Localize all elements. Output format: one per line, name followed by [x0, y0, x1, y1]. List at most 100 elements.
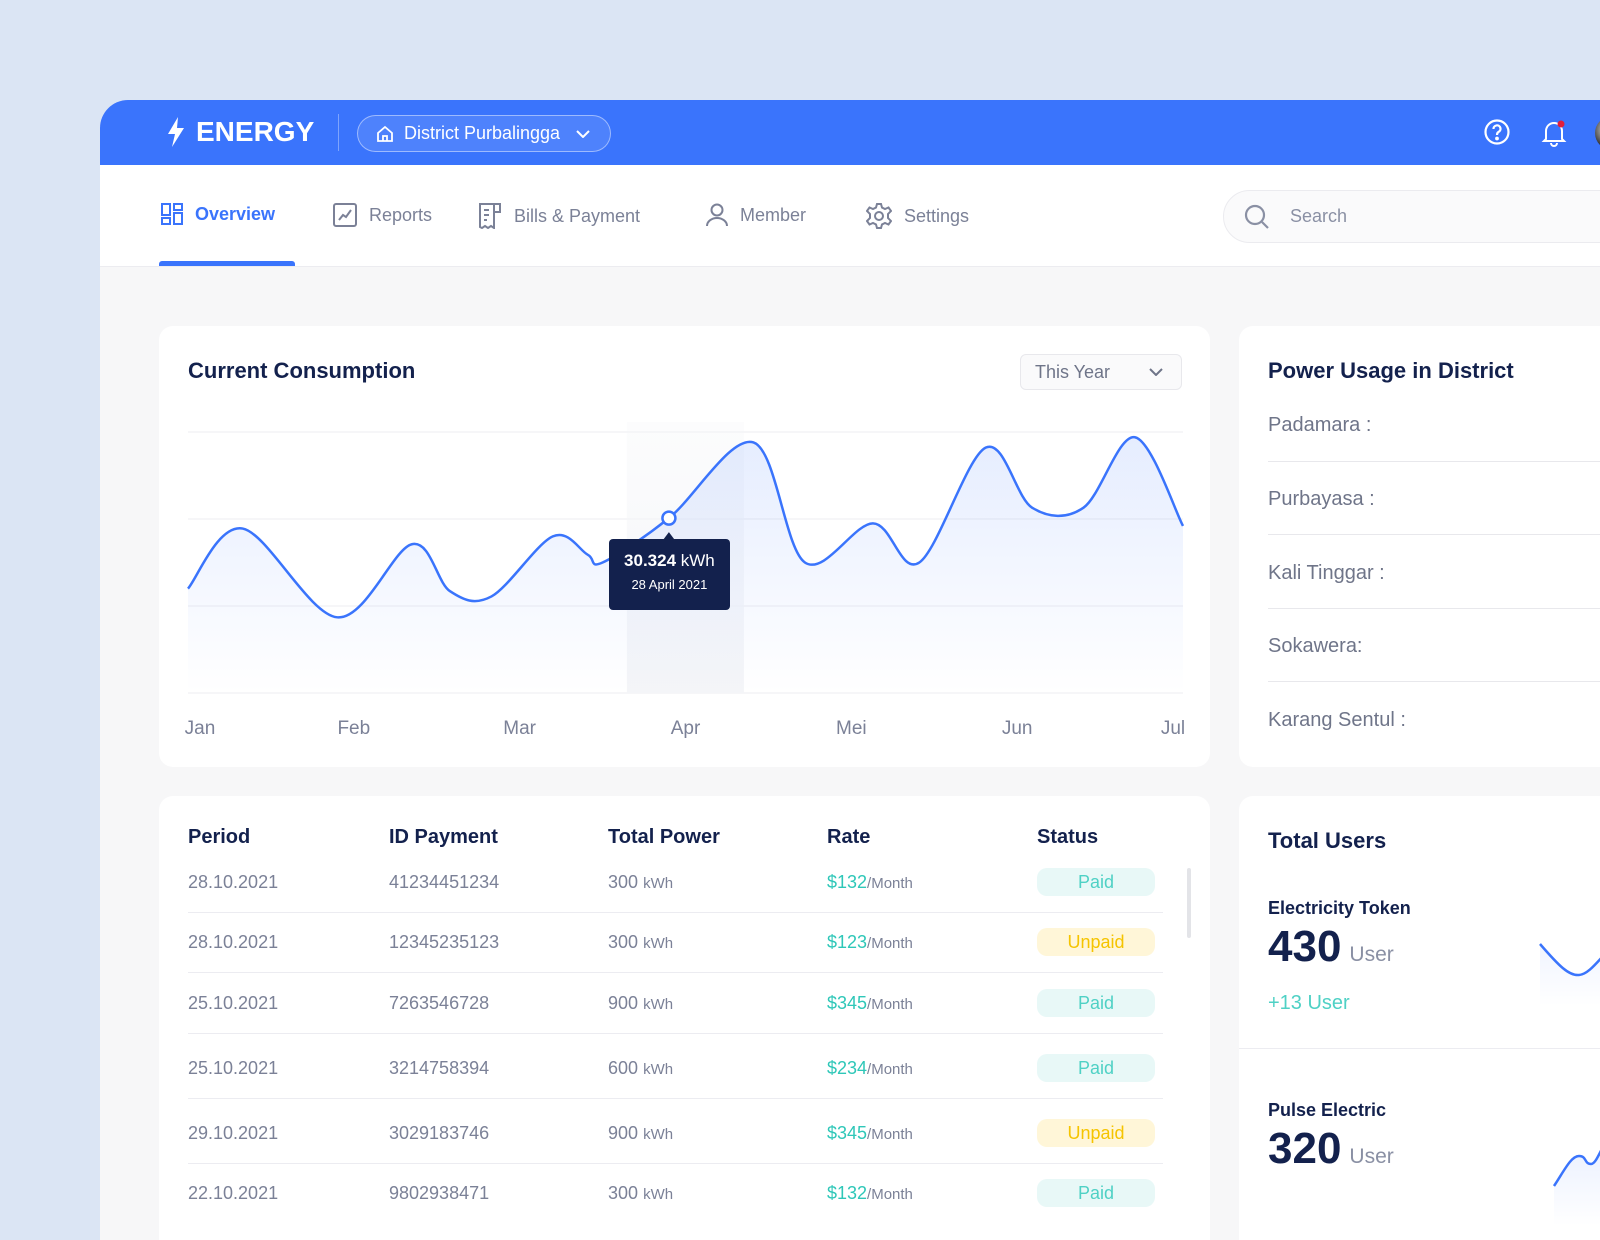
period-cell: 25.10.2021 — [188, 993, 279, 1013]
x-tick-label: Jun — [1001, 718, 1033, 739]
help-icon[interactable] — [1483, 118, 1511, 146]
id-cell: 12345235123 — [389, 932, 500, 952]
rate-period: /Month — [867, 1186, 913, 1203]
power-cell: 900 kWh — [608, 993, 673, 1014]
search-input[interactable] — [1290, 206, 1522, 227]
district-item: Padamara : — [1268, 414, 1372, 436]
district-item: Sokawera: — [1268, 635, 1363, 657]
status-badge: Unpaid — [1037, 1119, 1155, 1147]
brand-logo[interactable]: ENERGY — [166, 116, 314, 148]
user-metric-value: 320 User — [1268, 1124, 1394, 1174]
x-tick-label: Jan — [184, 718, 216, 739]
tab-member[interactable]: Member — [706, 203, 806, 227]
tab-reports[interactable]: Reports — [333, 203, 432, 227]
user-icon — [706, 203, 728, 227]
value: 430 — [1268, 922, 1342, 971]
rate-period: /Month — [867, 1126, 913, 1143]
status-badge: Paid — [1037, 868, 1155, 896]
unit: User — [1349, 1145, 1394, 1168]
electricity-token-sparkline — [1539, 943, 1600, 1006]
tab-label: Settings — [904, 205, 970, 226]
main-nav: Overview Reports Bills & Payment Member … — [100, 165, 1600, 267]
power-value: 300 — [608, 872, 639, 892]
column-header: ID Payment — [389, 826, 498, 848]
row-divider — [188, 1098, 1163, 1099]
total-users-card: Total Users Electricity Token 430 User +1… — [1239, 796, 1600, 1240]
user-metric-label: Pulse Electric — [1268, 1100, 1387, 1120]
value: 320 — [1268, 1124, 1342, 1173]
tooltip-date: 28 April 2021 — [631, 577, 708, 593]
period-cell: 28.10.2021 — [188, 932, 279, 952]
id-cell: 9802938471 — [389, 1183, 490, 1203]
power-value: 300 — [608, 932, 639, 952]
status-badge: Paid — [1037, 989, 1155, 1017]
rate-value: $132 — [827, 872, 868, 892]
power-cell: 900 kWh — [608, 1123, 673, 1144]
user-delta: +13 User — [1268, 992, 1350, 1014]
payments-table: Period ID Payment Total Power Rate Statu… — [159, 796, 1210, 1240]
active-tab-indicator — [159, 261, 295, 266]
tab-bills-payment[interactable]: Bills & Payment — [478, 203, 640, 229]
tab-label: Bills & Payment — [514, 205, 641, 226]
brand-name: ENERGY — [196, 116, 315, 147]
status-badge: Paid — [1037, 1054, 1155, 1082]
id-cell: 3029183746 — [389, 1123, 490, 1143]
period-cell: 29.10.2021 — [188, 1123, 279, 1143]
column-header: Rate — [827, 826, 871, 848]
rate-value: $345 — [827, 993, 868, 1013]
tab-overview[interactable]: Overview — [161, 203, 275, 225]
bell-icon[interactable] — [1540, 118, 1568, 148]
scrollbar[interactable] — [1187, 868, 1191, 938]
power-cell: 600 kWh — [608, 1058, 673, 1079]
period-cell: 22.10.2021 — [188, 1183, 279, 1203]
pulse-electric-sparkline — [1552, 1149, 1600, 1226]
power-value: 900 — [608, 993, 639, 1013]
column-header: Total Power — [608, 826, 720, 848]
chart-icon — [333, 203, 357, 227]
rate-value: $234 — [827, 1058, 868, 1078]
user-metric-label: Electricity Token — [1268, 898, 1411, 918]
tooltip-unit: kWh — [680, 551, 715, 571]
status-badge: Paid — [1037, 1179, 1155, 1207]
consumption-card: Current Consumption This Year Jan Feb Mar A… — [159, 326, 1210, 767]
divider — [1268, 681, 1600, 682]
divider — [338, 114, 339, 151]
power-value: 600 — [608, 1058, 639, 1078]
rate-cell: $345/Month — [827, 1123, 913, 1144]
rate-period: /Month — [867, 996, 913, 1013]
district-item: Karang Sentul : — [1268, 709, 1406, 731]
district-dropdown[interactable]: District Purbalingga — [357, 115, 611, 152]
row-divider — [188, 1163, 1163, 1164]
rate-period: /Month — [867, 935, 913, 952]
x-tick-label: Mar — [503, 718, 537, 739]
search-box[interactable] — [1223, 190, 1600, 243]
rate-cell: $123/Month — [827, 932, 913, 953]
power-value: 300 — [608, 1183, 639, 1203]
home-icon — [377, 125, 393, 142]
search-icon — [1244, 204, 1269, 229]
power-value: 900 — [608, 1123, 639, 1143]
tab-label: Overview — [195, 203, 276, 224]
rate-period: /Month — [867, 875, 913, 892]
top-bar: ENERGY District Purbalingga — [100, 100, 1600, 165]
period-cell: 25.10.2021 — [188, 1058, 279, 1078]
x-tick-label: Apr — [670, 718, 701, 739]
receipt-icon — [479, 203, 501, 229]
user-avatar[interactable] — [1595, 116, 1600, 150]
power-unit: kWh — [643, 996, 674, 1013]
divider — [1268, 461, 1600, 462]
tab-settings[interactable]: Settings — [866, 203, 969, 229]
power-cell: 300 kWh — [608, 932, 673, 953]
column-header: Period — [188, 826, 251, 848]
user-metric-value: 430 User — [1268, 922, 1394, 972]
divider — [1268, 608, 1600, 609]
column-header: Status — [1037, 826, 1099, 848]
district-item: Kali Tinggar : — [1268, 562, 1385, 584]
divider — [1239, 1048, 1600, 1049]
rate-value: $345 — [827, 1123, 868, 1143]
chevron-down-icon — [576, 129, 590, 138]
unit: User — [1349, 943, 1394, 966]
power-unit: kWh — [643, 1061, 674, 1078]
id-cell: 41234451234 — [389, 872, 500, 892]
x-tick-label: Jul — [1160, 718, 1186, 739]
